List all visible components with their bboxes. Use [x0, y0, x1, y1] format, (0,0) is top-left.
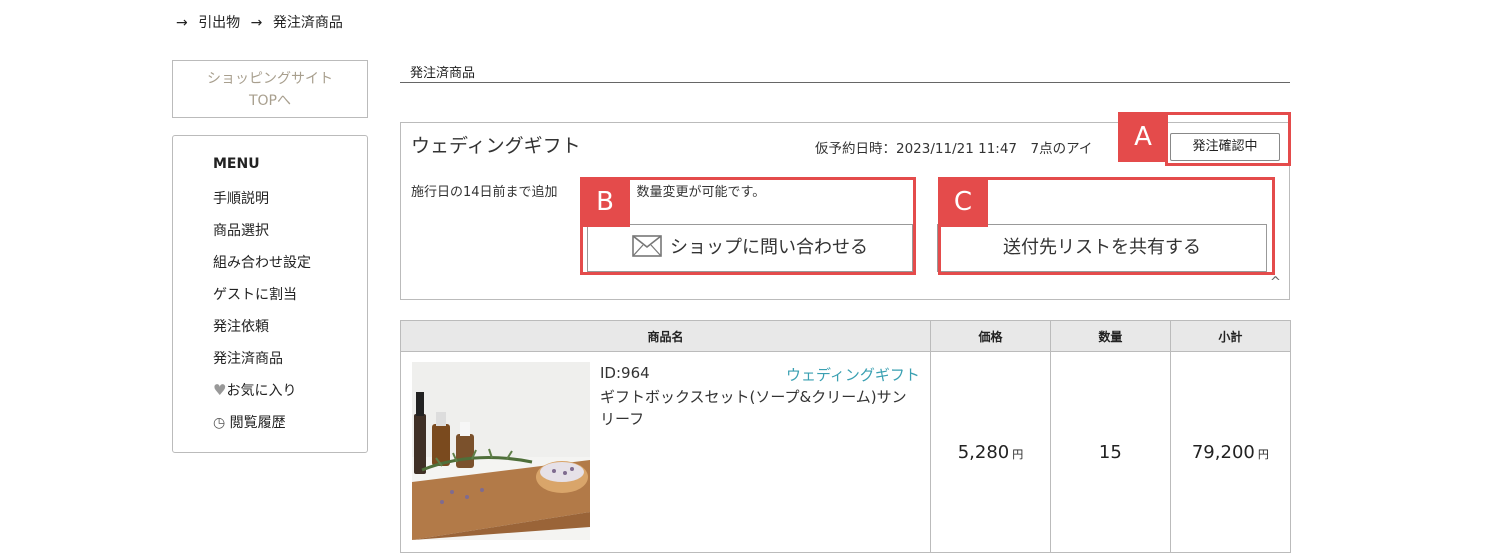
sidebar-item-guide[interactable]: 手順説明: [213, 188, 269, 208]
column-header-subtotal: 小計: [1169, 320, 1292, 352]
price-unit: 円: [1012, 447, 1024, 461]
breadcrumb-arrow: →: [176, 15, 188, 31]
order-meta: 仮予約日時：2023/11/21 11:47 7点のアイ: [815, 141, 1093, 157]
product-image[interactable]: [412, 362, 590, 540]
order-title: ウェディングギフト: [411, 135, 581, 157]
annotation-label-a: A: [1118, 112, 1168, 162]
order-note-text: 施行日の14日前まで追加: [411, 185, 558, 200]
sidebar-item-ordered[interactable]: 発注済商品: [213, 348, 283, 368]
heart-icon: ♥: [213, 381, 227, 399]
sidebar-item-assign[interactable]: ゲストに割当: [213, 284, 297, 304]
price-value: 5,280: [957, 441, 1010, 463]
annotation-label-c: C: [938, 177, 988, 227]
annotation-box-a: [1165, 112, 1291, 166]
annotation-label-b: B: [580, 177, 630, 227]
table-row: ID:964 ウェディングギフト ギフトボックスセット(ソープ&クリーム)サンリ…: [400, 351, 1292, 553]
subtotal-value: 79,200: [1191, 441, 1255, 463]
product-id: ID:964: [600, 364, 650, 382]
sidebar-item-request[interactable]: 発注依頼: [213, 316, 269, 336]
product-category-link[interactable]: ウェディングギフト: [786, 364, 920, 385]
product-name[interactable]: ギフトボックスセット(ソープ&クリーム)サンリーフ: [600, 386, 920, 430]
ordered-products-table: 商品名 価格 数量 小計 ID:964 ウェディングギフト ギフトボックスセット…: [400, 320, 1292, 553]
breadcrumb: → 引出物 → 発注済商品: [176, 12, 349, 32]
column-header-name: 商品名: [400, 320, 931, 352]
sidebar-item-favorites[interactable]: ♥お気に入り: [213, 380, 296, 400]
qty-value: 15: [1098, 441, 1122, 463]
breadcrumb-item-ordered: 発注済商品: [272, 15, 343, 31]
column-header-qty: 数量: [1050, 320, 1171, 352]
column-header-price: 価格: [929, 320, 1052, 352]
annotation-box-b: [580, 177, 916, 275]
top-button-line1: ショッピングサイト: [207, 71, 333, 87]
price-cell: 5,280 円: [929, 351, 1052, 553]
annotation-box-c: [938, 177, 1275, 275]
subtotal-cell: 79,200 円: [1169, 351, 1292, 553]
sidebar-item-select[interactable]: 商品選択: [213, 220, 269, 240]
sidebar-item-label: お気に入り: [226, 383, 297, 399]
sidebar-item-history[interactable]: ◷ 閲覧履歴: [213, 412, 286, 432]
page-title: 発注済商品: [410, 66, 476, 81]
breadcrumb-arrow: →: [250, 15, 263, 31]
menu-title: MENU: [213, 156, 260, 172]
qty-cell: 15: [1050, 351, 1171, 553]
sidebar-item-combination[interactable]: 組み合わせ設定: [213, 252, 311, 272]
subtotal-unit: 円: [1257, 447, 1269, 461]
sidebar-menu: MENU 手順説明 商品選択 組み合わせ設定 ゲストに割当 発注依頼 発注済商品…: [172, 135, 368, 453]
sidebar-item-label: 閲覧履歴: [229, 415, 286, 431]
breadcrumb-item-hikidemono[interactable]: 引出物: [198, 15, 240, 31]
shopping-site-top-button[interactable]: ショッピングサイト TOPへ: [172, 60, 368, 118]
title-divider: [400, 82, 1290, 83]
top-button-line2: TOPへ: [248, 93, 291, 109]
chevron-up-icon[interactable]: ^: [1270, 275, 1281, 290]
product-cell: ID:964 ウェディングギフト ギフトボックスセット(ソープ&クリーム)サンリ…: [400, 351, 931, 553]
clock-icon: ◷: [213, 415, 226, 431]
